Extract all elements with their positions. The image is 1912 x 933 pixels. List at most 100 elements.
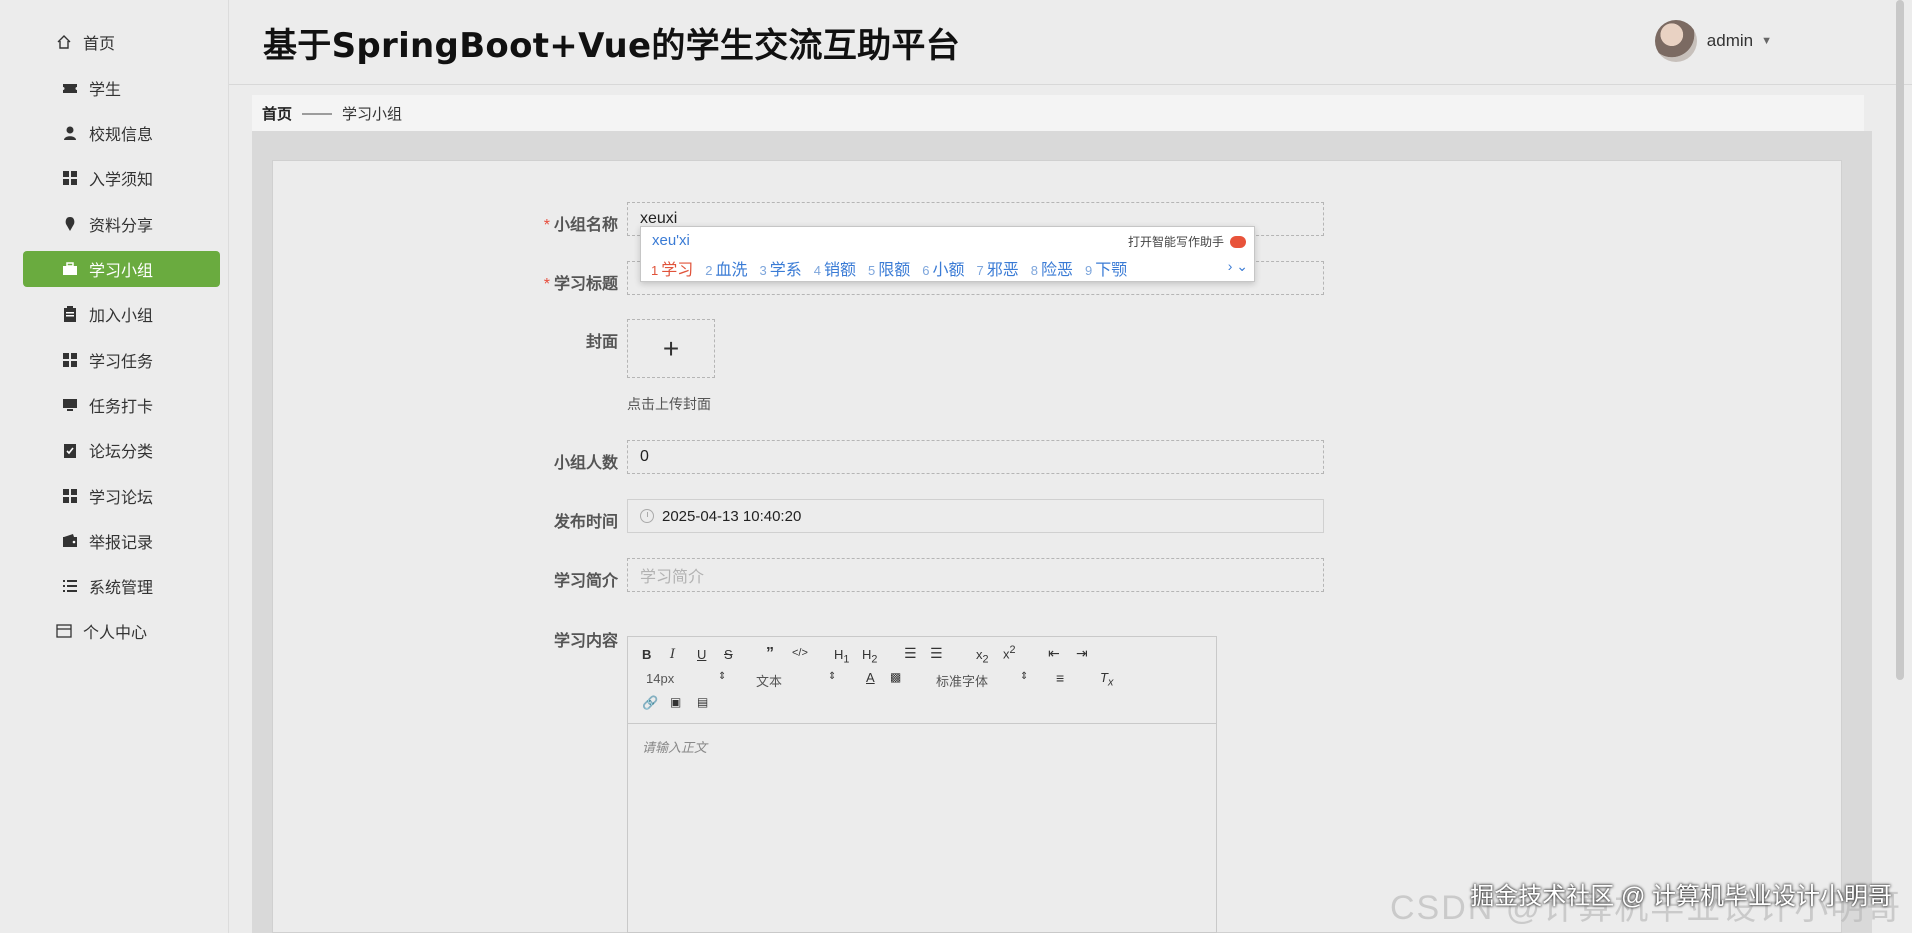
sidebar-item-admission[interactable]: 入学须知 bbox=[23, 160, 220, 196]
sidebar-item-label: 论坛分类 bbox=[89, 444, 154, 461]
user-menu[interactable]: admin ▼ bbox=[1654, 20, 1772, 62]
link-icon[interactable]: 🔗 bbox=[642, 695, 658, 711]
clear-format-icon[interactable]: Tx bbox=[1100, 670, 1113, 689]
cover-upload-button[interactable]: + bbox=[627, 319, 715, 378]
ticket-icon bbox=[61, 79, 79, 97]
font-size-select[interactable]: 14px bbox=[646, 671, 674, 686]
video-icon[interactable]: ▤ bbox=[697, 695, 708, 709]
sidebar-item-reports[interactable]: 举报记录 bbox=[23, 523, 220, 559]
sidebar-item-profile[interactable]: 个人中心 bbox=[23, 613, 220, 649]
intro-input[interactable]: 学习简介 bbox=[627, 558, 1324, 592]
cover-upload-tip: 点击上传封面 bbox=[627, 396, 711, 412]
ime-candidate[interactable]: 1 学习 bbox=[651, 256, 693, 280]
card-icon bbox=[55, 622, 73, 640]
sidebar-item-forum-category[interactable]: 论坛分类 bbox=[23, 432, 220, 468]
home-icon bbox=[55, 33, 73, 51]
sidebar-item-label: 任务打卡 bbox=[89, 399, 154, 416]
ime-candidate[interactable]: 2 血洗 bbox=[705, 256, 747, 280]
grid-icon bbox=[61, 169, 79, 187]
ime-candidate[interactable]: 6 小额 bbox=[922, 256, 964, 280]
chevron-updown-icon[interactable]: ⇕ bbox=[828, 671, 836, 682]
heading1-icon[interactable]: H1 bbox=[834, 647, 849, 666]
superscript-icon[interactable]: x2 bbox=[1003, 644, 1016, 661]
briefcase-icon bbox=[61, 260, 79, 278]
members-input[interactable]: 0 bbox=[627, 440, 1324, 474]
chevron-updown-icon[interactable]: ⇕ bbox=[1020, 671, 1028, 682]
sidebar-item-label: 校规信息 bbox=[89, 127, 154, 144]
background-color-icon[interactable]: ▩ bbox=[890, 670, 901, 684]
align-icon[interactable]: ≡ bbox=[1056, 670, 1064, 686]
sidebar-item-forum[interactable]: 学习论坛 bbox=[23, 478, 220, 514]
breadcrumb-current: 学习小组 bbox=[342, 105, 403, 123]
avatar[interactable] bbox=[1654, 20, 1697, 62]
list-icon bbox=[61, 577, 79, 595]
ime-next-page-icon[interactable]: › ⌄ bbox=[1228, 258, 1248, 275]
breadcrumb-separator: —— bbox=[302, 104, 333, 122]
ime-composition: xeu'xi bbox=[652, 232, 690, 249]
sidebar-item-label: 系统管理 bbox=[89, 580, 154, 597]
bullet-list-icon[interactable]: ☰ bbox=[930, 645, 943, 662]
ime-candidate-popup: xeu'xi 打开智能写作助手 1 学习 2 血洗 3 学系 4 销额 5 限额 6 小额 … bbox=[640, 226, 1255, 282]
sidebar-item-resources[interactable]: 资料分享 bbox=[23, 206, 220, 242]
ime-candidates: 1 学习 2 血洗 3 学系 4 销额 5 限额 6 小额 7 邪恶 8 险恶 9 下颚 bbox=[651, 256, 1139, 280]
watermark-juejin: 掘金技术社区 @ 计算机毕业设计小明哥 bbox=[1470, 883, 1892, 910]
sidebar-item-label: 学习任务 bbox=[89, 354, 154, 371]
underline-icon[interactable]: U bbox=[697, 647, 706, 662]
breadcrumb-home[interactable]: 首页 bbox=[262, 103, 292, 124]
content-label: 学习内容 bbox=[553, 633, 618, 650]
font-family-select[interactable]: 标准字体 bbox=[936, 671, 988, 690]
sidebar-item-checkin[interactable]: 任务打卡 bbox=[23, 387, 220, 423]
ime-candidate[interactable]: 4 销额 bbox=[814, 256, 856, 280]
sidebar-item-label: 入学须知 bbox=[89, 172, 154, 189]
breadcrumb: 首页 —— 学习小组 bbox=[252, 95, 1864, 131]
code-icon[interactable]: </> bbox=[792, 647, 808, 659]
ime-candidate[interactable]: 8 险恶 bbox=[1031, 256, 1073, 280]
italic-icon[interactable]: I bbox=[670, 647, 675, 662]
sidebar-item-students[interactable]: 学生 bbox=[23, 70, 220, 106]
sidebar-item-school-rules[interactable]: 校规信息 bbox=[23, 115, 220, 151]
sidebar-item-label: 首页 bbox=[83, 36, 116, 53]
image-icon[interactable]: ▣ bbox=[670, 695, 681, 709]
strike-icon[interactable]: S bbox=[724, 647, 733, 662]
outdent-icon[interactable]: ⇤ bbox=[1048, 645, 1060, 662]
editor-placeholder: 请输入正文 bbox=[642, 740, 708, 755]
rich-text-editor[interactable]: B I U S ” </> H1 H2 ☰ ☰ x2 x2 ⇤ ⇥ 14px ⇕… bbox=[627, 636, 1217, 933]
heading2-icon[interactable]: H2 bbox=[862, 647, 877, 666]
indent-icon[interactable]: ⇥ bbox=[1076, 645, 1088, 662]
sidebar-item-label: 加入小组 bbox=[89, 308, 154, 325]
sidebar-item-home[interactable]: 首页 bbox=[23, 24, 220, 60]
plus-icon: + bbox=[662, 332, 680, 364]
publish-time-label: 发布时间 bbox=[553, 514, 618, 531]
publish-time-picker[interactable]: 2025-04-13 10:40:20 bbox=[627, 499, 1324, 533]
ime-candidate[interactable]: 7 邪恶 bbox=[977, 256, 1019, 280]
text-type-select[interactable]: 文本 bbox=[756, 671, 782, 690]
checklist-icon bbox=[61, 441, 79, 459]
sidebar-item-study-tasks[interactable]: 学习任务 bbox=[23, 342, 220, 378]
page-title: 基于SpringBoot+Vue的学生交流互助平台 bbox=[263, 26, 961, 66]
user-name[interactable]: admin bbox=[1707, 31, 1753, 51]
members-label: 小组人数 bbox=[553, 455, 618, 472]
intro-label: 学习简介 bbox=[553, 573, 618, 590]
monitor-icon bbox=[61, 396, 79, 414]
sidebar-item-study-group[interactable]: 学习小组 bbox=[23, 251, 220, 287]
sidebar-item-join-group[interactable]: 加入小组 bbox=[23, 296, 220, 332]
sidebar-item-label: 学习论坛 bbox=[89, 490, 154, 507]
user-icon bbox=[61, 124, 79, 142]
font-color-icon[interactable]: A bbox=[866, 670, 875, 685]
ime-candidate[interactable]: 5 限额 bbox=[868, 256, 910, 280]
chevron-updown-icon[interactable]: ⇕ bbox=[718, 671, 726, 682]
caret-down-icon[interactable]: ▼ bbox=[1761, 35, 1772, 47]
ime-candidate[interactable]: 3 学系 bbox=[760, 256, 802, 280]
ime-assistant-link[interactable]: 打开智能写作助手 bbox=[1128, 233, 1246, 250]
subscript-icon[interactable]: x2 bbox=[976, 647, 989, 666]
bold-icon[interactable]: B bbox=[642, 647, 651, 662]
pin-icon bbox=[61, 215, 79, 233]
quote-icon[interactable]: ” bbox=[766, 645, 774, 663]
ordered-list-icon[interactable]: ☰ bbox=[904, 645, 917, 662]
study-title-label: * 学习标题 bbox=[543, 276, 618, 293]
ime-candidate[interactable]: 9 下颚 bbox=[1085, 256, 1127, 280]
group-name-label: * 小组名称 bbox=[543, 217, 618, 234]
clock-icon bbox=[640, 509, 654, 523]
sidebar-item-system[interactable]: 系统管理 bbox=[23, 568, 220, 604]
scrollbar[interactable] bbox=[1896, 0, 1904, 680]
